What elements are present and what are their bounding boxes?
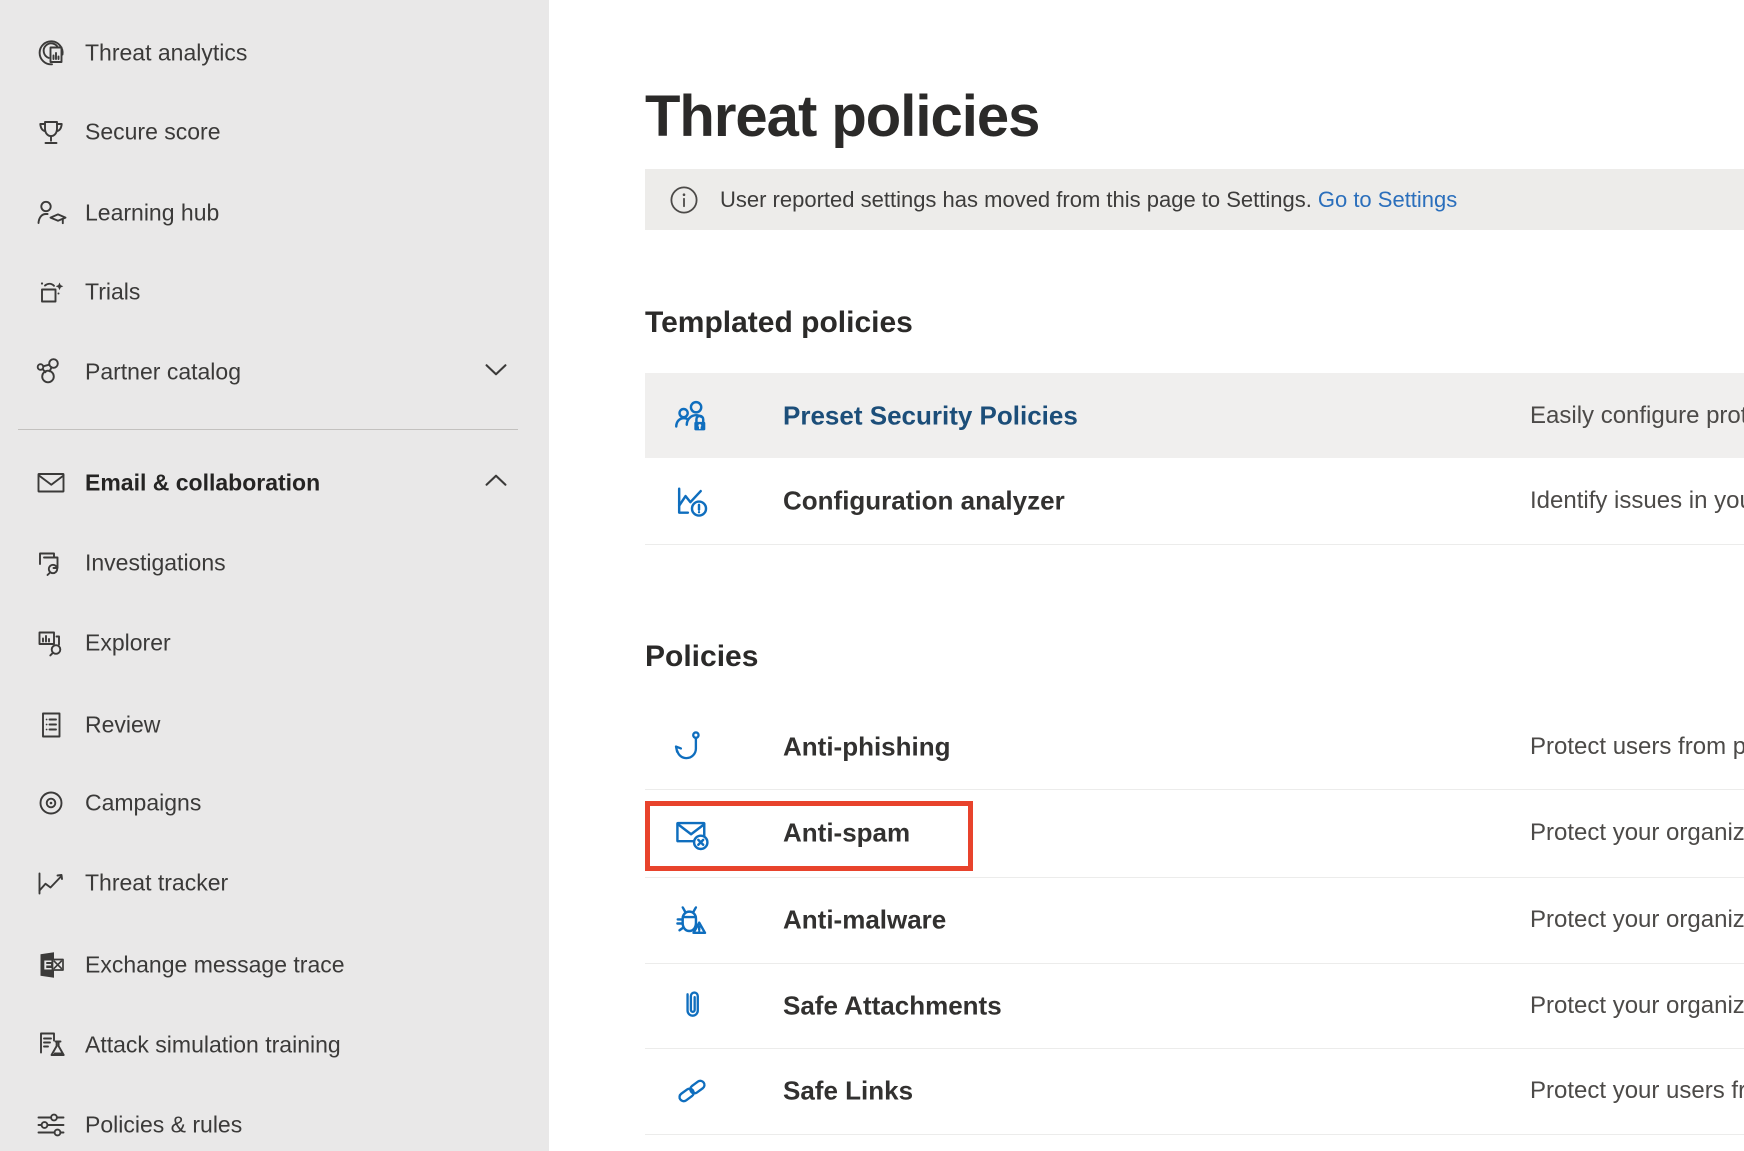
sidebar-item-trials[interactable]: Trials bbox=[0, 252, 549, 332]
row-preset-security-policies[interactable]: Preset Security Policies Easily configur… bbox=[645, 373, 1744, 458]
sidebar-item-exchange-message-trace[interactable]: E Exchange message trace bbox=[0, 925, 549, 1005]
sidebar-item-label: Policies & rules bbox=[85, 1112, 242, 1139]
go-to-settings-link[interactable]: Go to Settings bbox=[1318, 187, 1457, 212]
info-icon bbox=[670, 186, 698, 214]
sidebar-item-threat-analytics[interactable]: Threat analytics bbox=[0, 13, 549, 93]
row-anti-phishing[interactable]: Anti-phishing Protect users from p bbox=[645, 704, 1744, 790]
row-description: Protect your organiz bbox=[1530, 906, 1744, 934]
row-description: Easily configure prot bbox=[1530, 402, 1744, 430]
row-label[interactable]: Anti-spam bbox=[783, 818, 910, 849]
anti-malware-icon bbox=[671, 899, 713, 941]
info-banner: User reported settings has moved from th… bbox=[645, 169, 1744, 230]
explorer-icon bbox=[31, 623, 71, 663]
campaigns-icon bbox=[31, 783, 71, 823]
section-heading-policies: Policies bbox=[645, 640, 758, 674]
exchange-icon: E bbox=[31, 945, 71, 985]
row-description: Protect your users fr bbox=[1530, 1077, 1744, 1105]
sliders-icon bbox=[31, 1105, 71, 1145]
trophy-icon bbox=[31, 112, 71, 152]
sidebar-item-label: Partner catalog bbox=[85, 359, 241, 386]
chevron-down-icon[interactable] bbox=[484, 360, 508, 385]
threat-analytics-icon bbox=[31, 33, 71, 73]
sidebar-item-policies-rules[interactable]: Policies & rules bbox=[0, 1085, 549, 1151]
partner-catalog-icon bbox=[31, 352, 71, 392]
attack-simulation-icon bbox=[31, 1025, 71, 1065]
sidebar-divider bbox=[18, 429, 518, 430]
row-label[interactable]: Safe Links bbox=[783, 1076, 913, 1107]
sidebar-item-secure-score[interactable]: Secure score bbox=[0, 92, 549, 172]
row-description: Protect your organiz bbox=[1530, 992, 1744, 1020]
sidebar-item-partner-catalog[interactable]: Partner catalog bbox=[0, 332, 549, 412]
sidebar-item-threat-tracker[interactable]: Threat tracker bbox=[0, 843, 549, 923]
sidebar-item-label: Attack simulation training bbox=[85, 1032, 341, 1059]
sidebar: Threat analytics Secure score bbox=[0, 0, 549, 1151]
email-icon bbox=[31, 463, 71, 503]
trials-icon bbox=[31, 272, 71, 312]
threat-policies-page: Threat analytics Secure score bbox=[0, 0, 1744, 1151]
sidebar-item-label: Review bbox=[85, 712, 160, 739]
sidebar-item-label: Secure score bbox=[85, 119, 221, 146]
row-label[interactable]: Safe Attachments bbox=[783, 990, 1002, 1021]
chevron-up-icon[interactable] bbox=[484, 471, 508, 496]
learning-hub-icon bbox=[31, 193, 71, 233]
configuration-analyzer-icon bbox=[671, 480, 713, 522]
sidebar-item-label: Trials bbox=[85, 279, 140, 306]
sidebar-item-label: Learning hub bbox=[85, 200, 219, 227]
section-heading-templated-policies: Templated policies bbox=[645, 306, 913, 340]
sidebar-item-label: Email & collaboration bbox=[85, 470, 320, 497]
sidebar-item-attack-simulation-training[interactable]: Attack simulation training bbox=[0, 1005, 549, 1085]
chain-links-icon bbox=[671, 1070, 713, 1112]
row-label[interactable]: Anti-phishing bbox=[783, 731, 951, 762]
row-label[interactable]: Anti-malware bbox=[783, 905, 946, 936]
paperclip-icon bbox=[671, 985, 713, 1027]
anti-spam-icon bbox=[671, 812, 713, 854]
sidebar-item-campaigns[interactable]: Campaigns bbox=[0, 763, 549, 843]
review-icon bbox=[31, 705, 71, 745]
row-description: Protect your organiz bbox=[1530, 819, 1744, 847]
row-anti-malware[interactable]: Anti-malware Protect your organiz bbox=[645, 877, 1744, 964]
sidebar-item-label: Campaigns bbox=[85, 790, 201, 817]
banner-message: User reported settings has moved from th… bbox=[720, 187, 1312, 212]
sidebar-item-investigations[interactable]: Investigations bbox=[0, 523, 549, 603]
threat-tracker-icon bbox=[31, 863, 71, 903]
sidebar-item-label: Investigations bbox=[85, 550, 226, 577]
svg-text:E: E bbox=[44, 958, 53, 973]
sidebar-item-label: Exchange message trace bbox=[85, 952, 345, 979]
investigations-icon bbox=[31, 543, 71, 583]
row-description: Identify issues in you bbox=[1530, 487, 1744, 515]
row-label[interactable]: Configuration analyzer bbox=[783, 486, 1065, 517]
row-anti-spam[interactable]: Anti-spam Protect your organiz bbox=[645, 789, 1744, 878]
page-title: Threat policies bbox=[645, 83, 1039, 150]
sidebar-item-explorer[interactable]: Explorer bbox=[0, 603, 549, 683]
banner-text: User reported settings has moved from th… bbox=[720, 187, 1457, 213]
row-safe-attachments[interactable]: Safe Attachments Protect your organiz bbox=[645, 963, 1744, 1049]
anti-phishing-icon bbox=[671, 726, 713, 768]
sidebar-item-label: Threat tracker bbox=[85, 870, 228, 897]
sidebar-item-review[interactable]: Review bbox=[0, 685, 549, 765]
preset-security-policies-icon bbox=[671, 395, 713, 437]
sidebar-item-email-collaboration[interactable]: Email & collaboration bbox=[0, 443, 549, 523]
row-safe-links[interactable]: Safe Links Protect your users fr bbox=[645, 1048, 1744, 1135]
row-configuration-analyzer[interactable]: Configuration analyzer Identify issues i… bbox=[645, 458, 1744, 545]
sidebar-item-label: Explorer bbox=[85, 630, 171, 657]
sidebar-item-learning-hub[interactable]: Learning hub bbox=[0, 173, 549, 253]
row-label[interactable]: Preset Security Policies bbox=[783, 400, 1078, 431]
row-description: Protect users from p bbox=[1530, 733, 1744, 761]
sidebar-item-label: Threat analytics bbox=[85, 40, 247, 67]
